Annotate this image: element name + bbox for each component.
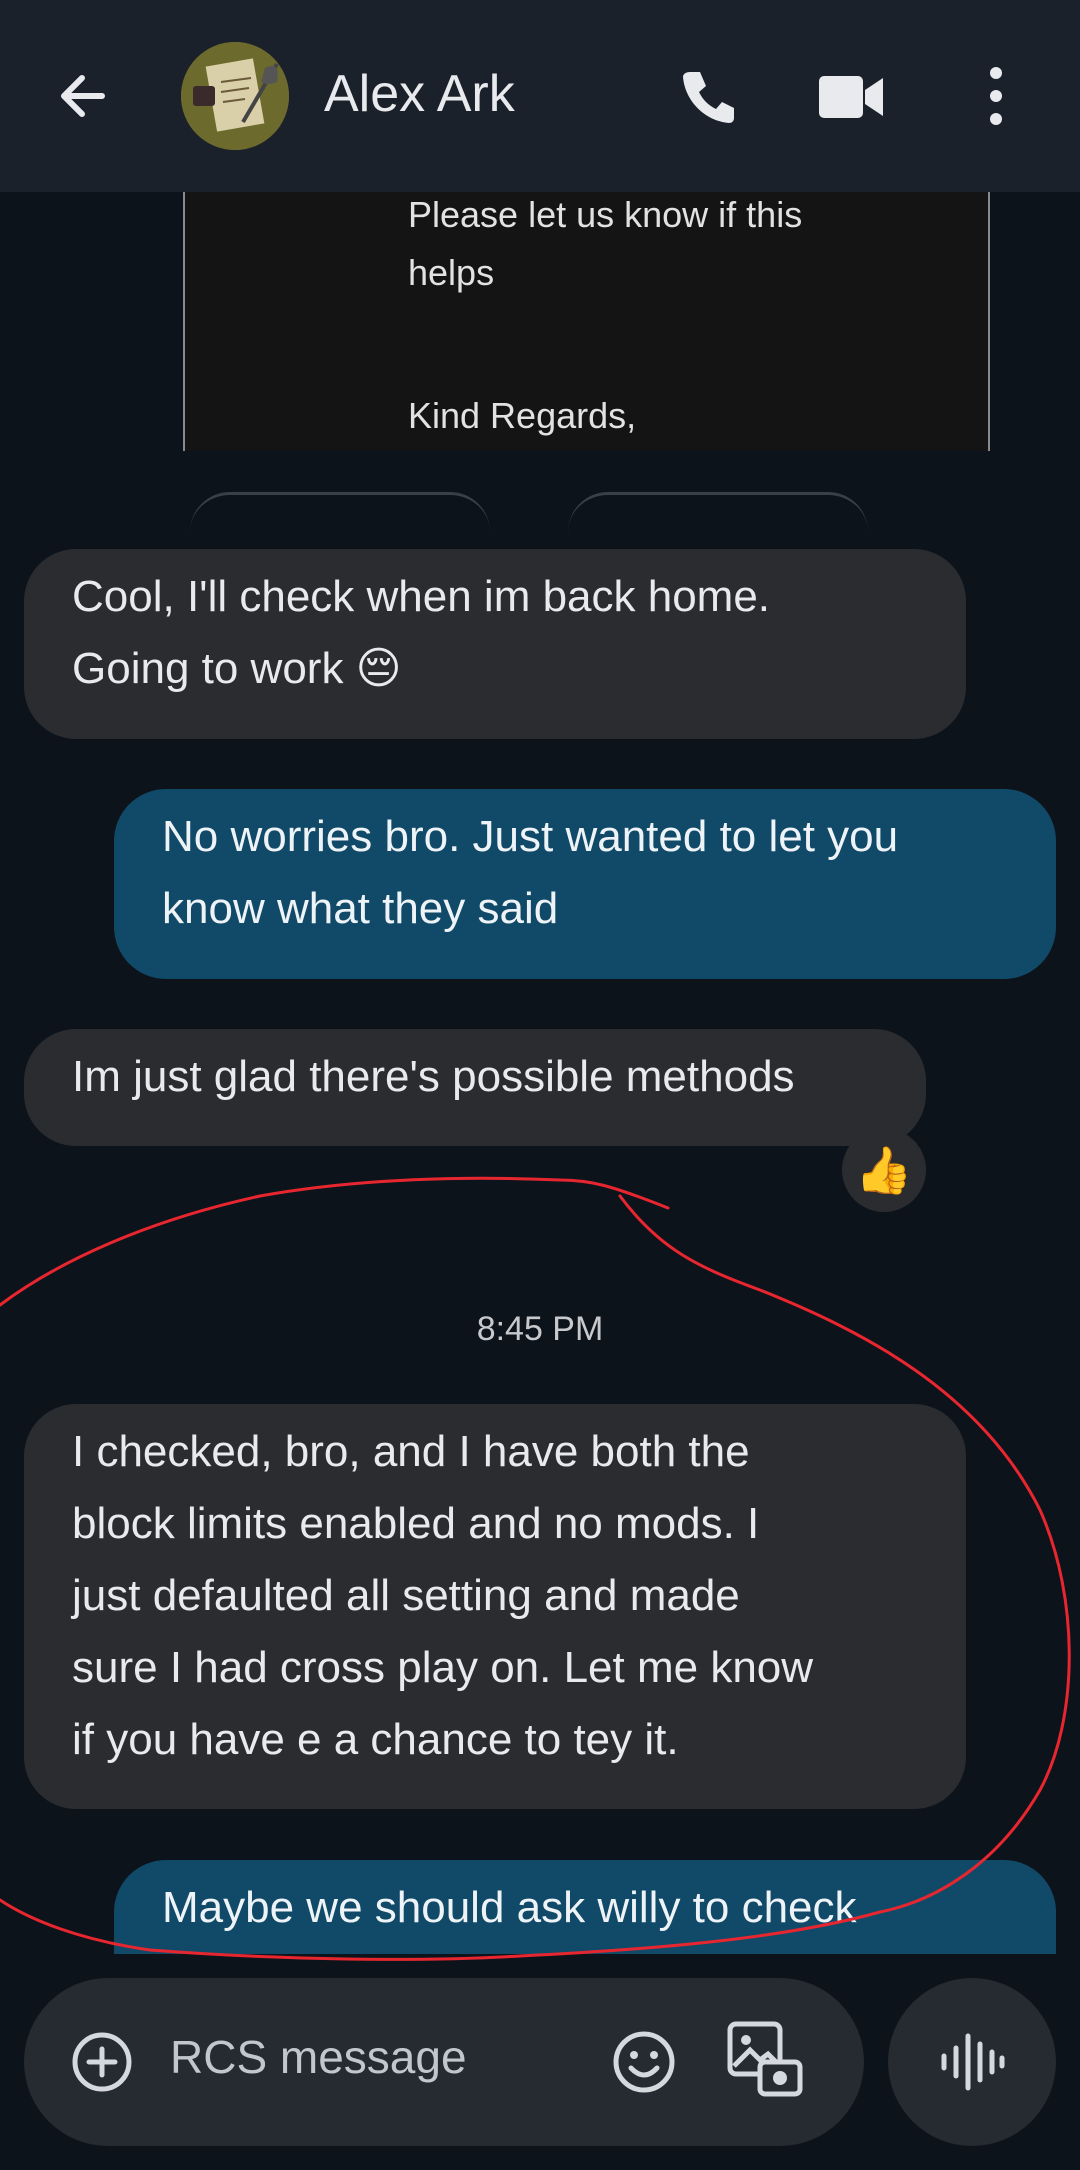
message-bubble-outgoing[interactable]: Maybe we should ask willy to check	[114, 1860, 1056, 1954]
message-list[interactable]: Please let us know if this helps Kind Re…	[0, 192, 1080, 1954]
phone-icon	[683, 72, 734, 123]
email-line: Please let us know if this	[408, 194, 803, 235]
video-call-button[interactable]	[815, 60, 887, 132]
attach-button[interactable]	[64, 2024, 140, 2100]
message-text: No worries bro. Just wanted to let you	[162, 812, 899, 861]
message-text: Maybe we should ask willy to check	[162, 1883, 857, 1932]
suggestion-chip[interactable]	[190, 492, 490, 535]
email-preview-card[interactable]: Please let us know if this helps Kind Re…	[183, 192, 990, 451]
back-button[interactable]	[48, 60, 120, 132]
message-text: I checked, bro, and I have both the	[72, 1427, 750, 1476]
conversation-header: Alex Ark	[0, 0, 1080, 192]
message-bubble-incoming[interactable]: Im just glad there's possible methods	[24, 1029, 926, 1146]
videocam-icon	[819, 76, 883, 118]
call-button[interactable]	[672, 60, 744, 132]
contact-name[interactable]: Alex Ark	[324, 64, 515, 124]
emoji-button[interactable]	[606, 2024, 682, 2100]
message-bubble-outgoing[interactable]: No worries bro. Just wanted to let you k…	[114, 789, 1056, 979]
voice-waveform-icon	[941, 2033, 1005, 2091]
message-text: if you have e a chance to tey it.	[72, 1715, 679, 1764]
voice-message-button[interactable]	[888, 1978, 1056, 2146]
reaction-badge[interactable]: 👍	[842, 1128, 926, 1212]
gallery-icon	[727, 2021, 803, 2097]
message-text: block limits enabled and no mods. I	[72, 1499, 760, 1548]
gallery-button[interactable]	[724, 2018, 808, 2102]
message-bubble-incoming[interactable]: I checked, bro, and I have both the bloc…	[24, 1404, 966, 1809]
message-bubble-incoming[interactable]: Cool, I'll check when im back home. Goin…	[24, 549, 966, 739]
message-text: just defaulted all setting and made	[72, 1571, 740, 1620]
message-text: Cool, I'll check when im back home.	[72, 572, 771, 621]
emoji-icon	[613, 2031, 675, 2093]
message-text: sure I had cross play on. Let me know	[72, 1643, 814, 1692]
message-timestamp: 8:45 PM	[476, 1310, 604, 1348]
message-text: Going to work 😔	[72, 644, 402, 693]
arrow-back-icon	[61, 75, 105, 117]
avatar-image	[181, 42, 289, 150]
message-text: Im just glad there's possible methods	[72, 1052, 795, 1101]
email-line: Kind Regards,	[408, 395, 637, 436]
email-line: helps	[408, 252, 495, 293]
composer-bar: RCS message	[0, 1954, 1080, 2170]
add-circle-icon	[72, 2032, 132, 2092]
message-text: know what they said	[162, 884, 559, 933]
more-options-button[interactable]	[960, 60, 1032, 132]
message-input[interactable]: RCS message	[170, 2030, 467, 2084]
message-composer[interactable]: RCS message	[24, 1978, 864, 2146]
avatar[interactable]	[181, 42, 289, 150]
suggestion-chip[interactable]	[568, 492, 868, 535]
more-vert-icon	[990, 67, 1002, 125]
